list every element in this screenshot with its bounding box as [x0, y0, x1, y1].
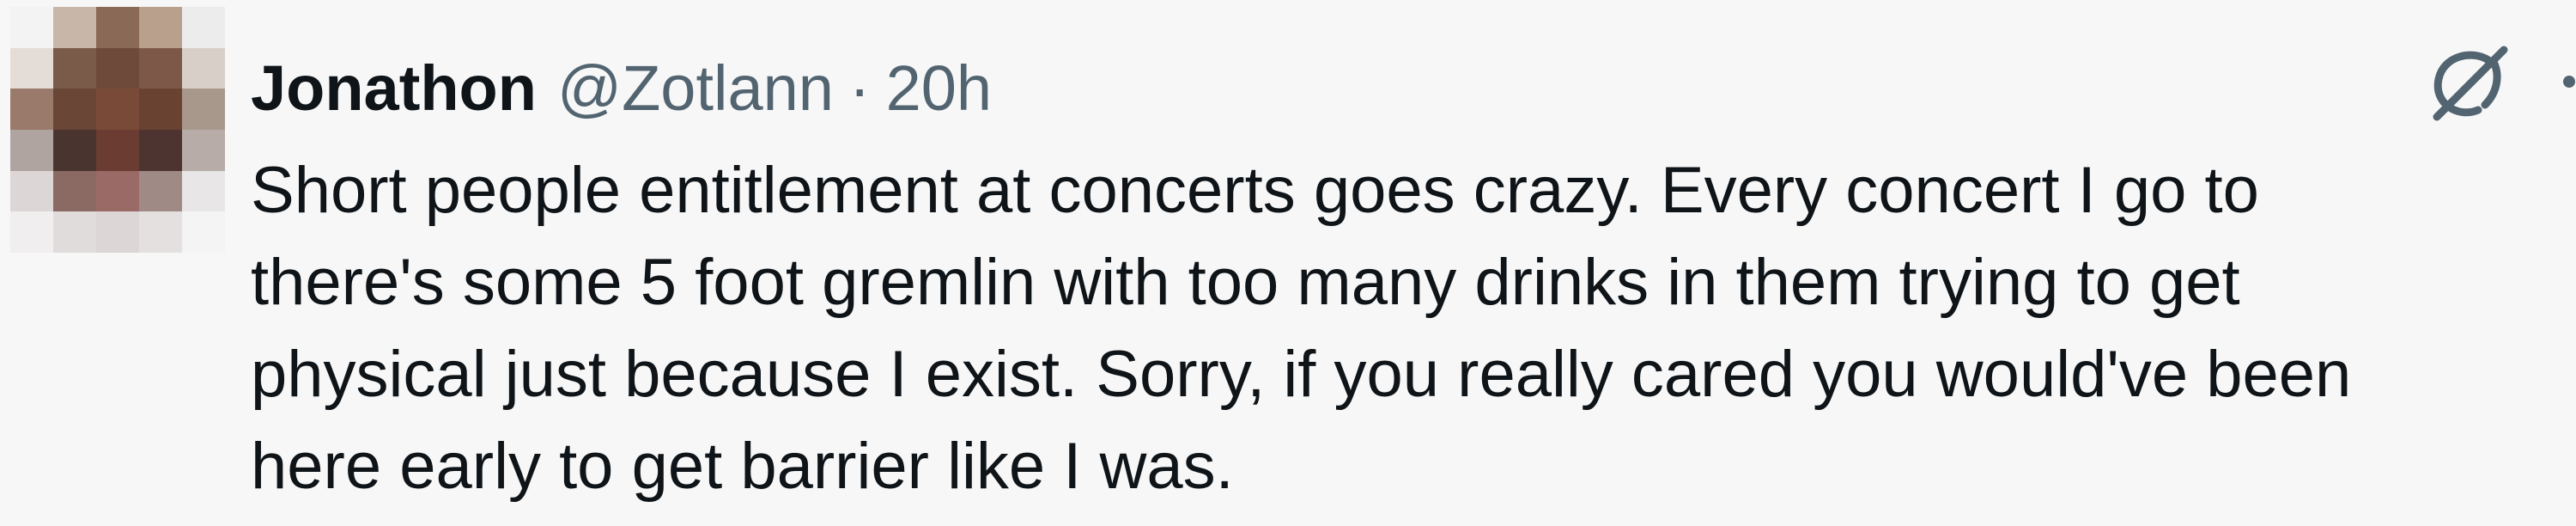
- avatar[interactable]: [10, 7, 225, 253]
- timestamp[interactable]: 20h: [886, 52, 992, 125]
- tweet-text: Short people entitlement at concerts goe…: [251, 154, 2352, 503]
- more-options-icon[interactable]: [2563, 76, 2575, 88]
- tweet-header: Jonathon @Zotlann · 20h: [251, 45, 992, 131]
- grok-icon[interactable]: [2421, 36, 2516, 131]
- author-name[interactable]: Jonathon: [251, 52, 537, 125]
- separator-dot: ·: [848, 52, 871, 124]
- tweet[interactable]: Jonathon @Zotlann · 20h Short people ent…: [0, 0, 2576, 526]
- author-handle[interactable]: @Zotlann: [557, 52, 834, 125]
